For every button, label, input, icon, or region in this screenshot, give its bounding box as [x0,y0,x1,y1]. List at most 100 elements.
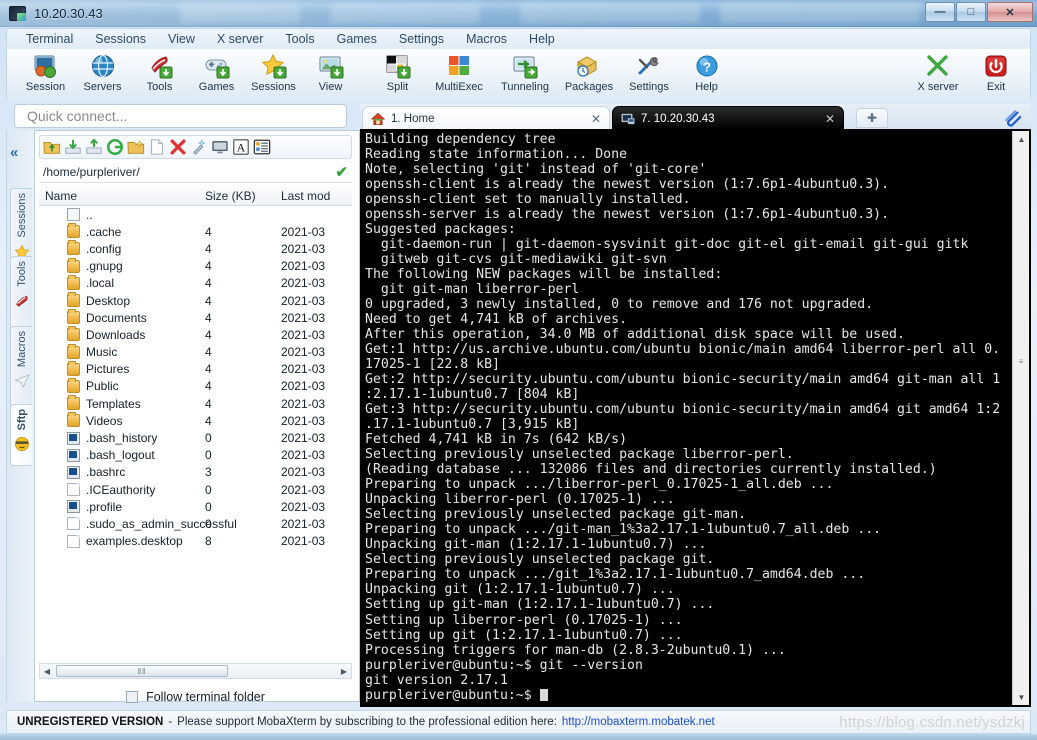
status-unregistered-label: UNREGISTERED VERSION [17,716,164,728]
file-name-cell: Public [39,377,205,393]
folder-icon [67,412,80,428]
toolbar-split-button[interactable]: Split [369,50,426,99]
scroll-thumb[interactable]: ‖‖ [56,665,228,677]
file-list-row[interactable]: .bash_history 0 2021-03 [39,429,352,446]
new-tab-button[interactable]: ✚ [856,108,888,128]
file-list-row[interactable]: Templates 4 2021-03 [39,395,352,412]
toolbar-sessions-button[interactable]: Sessions [245,50,302,99]
file-list-row[interactable]: Videos 4 2021-03 [39,412,352,429]
menu-sessions[interactable]: Sessions [84,30,157,48]
terminal-line: Unpacking git-man (1:2.17.1-1ubuntu0.7) … [365,537,707,553]
file-list-row[interactable]: .bashrc 3 2021-03 [39,464,352,481]
toolbar-tunneling-button[interactable]: Tunneling [492,50,558,99]
smiley-icon [14,436,30,452]
toolbar-games-button[interactable]: Games [188,50,245,99]
file-list-horizontal-scrollbar[interactable]: ◀ ‖‖ ▶ [39,663,352,679]
close-button[interactable]: ✕ [987,2,1033,22]
file-list-row[interactable]: .config 4 2021-03 [39,240,352,257]
file-list-row[interactable]: Music 4 2021-03 [39,343,352,361]
file-list-row[interactable]: .profile 0 2021-03 [39,498,352,515]
column-header-date[interactable]: Last mod [281,189,351,203]
scroll-left-arrow[interactable]: ◀ [40,667,54,676]
new-folder-icon[interactable] [127,138,145,156]
file-list-row[interactable]: Documents 4 2021-03 [39,309,352,326]
refresh-icon[interactable] [106,138,124,156]
file-list-row[interactable]: Pictures 4 2021-03 [39,360,352,378]
collapse-sidebar-button[interactable]: « [10,144,18,161]
toolbar-servers-button[interactable]: Servers [74,50,131,99]
sidebar-item-sftp[interactable]: Sftp [10,404,32,466]
tab-ssh-session-close-icon[interactable]: ✕ [825,112,835,126]
toolbar-xserver-button[interactable]: X server [906,50,970,99]
upload-icon[interactable] [85,138,103,156]
file-date-cell: 2021-03 [281,413,326,428]
toolbar-help-button[interactable]: ? Help [678,50,735,99]
toolbar-xserver-label: X server [917,81,959,93]
text-mode-icon[interactable]: A [232,138,250,156]
terminal-scroll-down-arrow[interactable]: ▼ [1013,689,1030,705]
tab-ssh-session[interactable]: 7. 10.20.30.43 ✕ [612,106,844,130]
details-view-icon[interactable] [253,138,271,156]
terminal-scroll-up-arrow[interactable]: ▲ [1013,131,1030,147]
toolbar-packages-button[interactable]: Packages [558,50,620,99]
terminal-panel[interactable]: Building dependency tree Reading state in… [360,129,1031,707]
delete-icon[interactable] [169,138,187,156]
toolbar-settings-button[interactable]: Settings [620,50,678,99]
file-list-row[interactable]: .bash_logout 0 2021-03 [39,447,352,464]
file-list-row[interactable]: examples.desktop 8 2021-03 [39,533,352,550]
follow-terminal-folder-row[interactable]: Follow terminal folder [39,687,352,707]
new-file-icon[interactable] [148,138,166,156]
title-bar-reflection [720,3,920,23]
follow-terminal-folder-checkbox[interactable] [126,691,139,703]
menu-games[interactable]: Games [326,30,388,48]
scroll-right-arrow[interactable]: ▶ [337,667,351,676]
menu-tools[interactable]: Tools [274,30,325,48]
file-name-cell: examples.desktop [39,534,205,548]
paperclip-icon[interactable] [1003,109,1022,127]
file-list-row[interactable]: Desktop 4 2021-03 [39,292,352,309]
upload-folder-icon[interactable] [43,138,61,156]
file-name-cell: Downloads [39,326,205,342]
file-name-label: .cache [86,224,122,239]
file-list-row[interactable]: .. [39,206,352,223]
file-list-row[interactable]: .local 4 2021-03 [39,274,352,292]
minimize-button[interactable]: — [925,2,955,22]
terminal-scrollbar[interactable]: ▲ ≡ ▼ [1012,131,1029,705]
file-list-row[interactable]: .ICEauthority 0 2021-03 [39,481,352,498]
column-header-size[interactable]: Size (KB) [205,189,281,203]
sidebar-item-sftp-label: Sftp [15,409,28,431]
menu-settings[interactable]: Settings [388,30,455,48]
file-list[interactable]: .. .cache 4 2021-03 .config 4 2021-03 .gnupg 4 20… [39,206,352,661]
permissions-icon[interactable] [190,138,208,156]
terminal-scroll-thumb[interactable]: ≡ [1014,331,1028,391]
tab-home[interactable]: 1. Home ✕ [362,106,610,130]
toolbar-tools-button[interactable]: Tools [131,50,188,99]
toolbar-session-button[interactable]: Session [17,50,74,99]
toolbar-view-button[interactable]: View [302,50,359,99]
file-list-row[interactable]: .cache 4 2021-03 [39,223,352,240]
exit-power-icon [983,53,1009,79]
menu-xserver[interactable]: X server [206,30,275,48]
file-list-row[interactable]: .gnupg 4 2021-03 [39,257,352,275]
tab-home-close-icon[interactable]: ✕ [591,112,601,126]
terminal-tab-strip: 1. Home ✕ 7. 10.20.30.43 ✕ ✚ [360,104,1031,130]
terminal-output[interactable]: Building dependency tree Reading state in… [365,132,1011,704]
file-list-row[interactable]: Public 4 2021-03 [39,377,352,395]
tools-icon [147,53,173,79]
menu-view[interactable]: View [157,30,206,48]
quick-connect-input[interactable]: Quick connect... [14,104,347,128]
menu-help[interactable]: Help [518,30,566,48]
menu-terminal[interactable]: Terminal [15,30,84,48]
file-list-row[interactable]: .sudo_as_admin_successful 0 2021-03 [39,515,352,532]
status-link[interactable]: http://mobaxterm.mobatek.net [562,716,715,728]
file-name-label: .ICEauthority [86,482,156,497]
column-header-name[interactable]: Name [39,189,205,203]
menu-macros[interactable]: Macros [455,30,518,48]
file-list-row[interactable]: Downloads 4 2021-03 [39,326,352,343]
file-name-cell: .bash_history [39,431,205,445]
toolbar-multiexec-button[interactable]: MultiExec [426,50,492,99]
maximize-button[interactable]: □ [956,2,986,22]
download-icon[interactable] [64,138,82,156]
open-terminal-icon[interactable] [211,138,229,156]
toolbar-exit-button[interactable]: Exit [970,50,1022,99]
